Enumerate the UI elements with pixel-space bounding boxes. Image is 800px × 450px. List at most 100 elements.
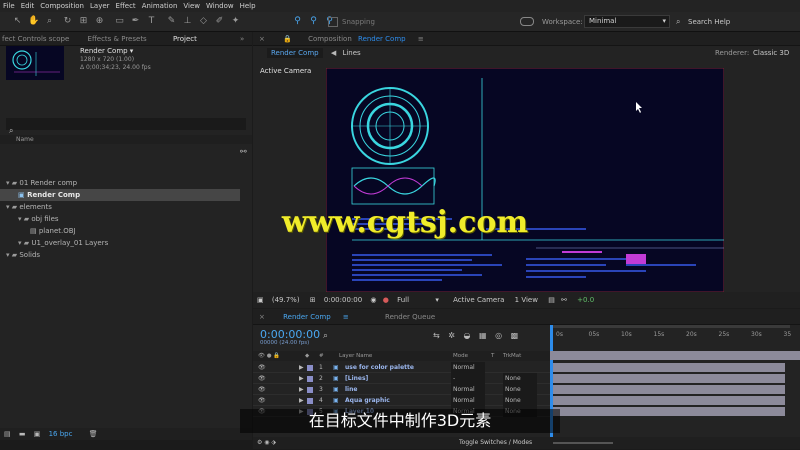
flowchart-icon[interactable]: ⚯: [240, 147, 247, 156]
menu-layer[interactable]: Layer: [90, 2, 110, 10]
close-icon[interactable]: ×: [259, 313, 265, 321]
layer-duration-bar[interactable]: [553, 396, 785, 405]
expand-arrow-icon[interactable]: ▶: [299, 395, 304, 406]
work-area-bar[interactable]: [550, 325, 790, 328]
brush-tool-icon[interactable]: ✎: [166, 16, 177, 27]
trkmat-dropdown[interactable]: None: [503, 384, 537, 395]
visibility-eye-icon[interactable]: 👁: [258, 362, 266, 373]
search-help-field[interactable]: Search Help: [688, 16, 730, 28]
eraser-tool-icon[interactable]: ◇: [198, 16, 209, 27]
snapshot-icon[interactable]: ◉: [370, 296, 376, 304]
project-search-input[interactable]: ⌕: [6, 118, 246, 135]
axis-local-icon[interactable]: ⚲: [292, 16, 303, 27]
snapping-checkbox[interactable]: [328, 17, 338, 27]
mode-dropdown[interactable]: Normal: [451, 362, 485, 373]
graph-editor-icon[interactable]: ▩: [511, 331, 519, 340]
close-icon[interactable]: ×: [259, 35, 265, 43]
selection-tool-icon[interactable]: ↖: [12, 16, 23, 27]
pan-behind-tool-icon[interactable]: ⊕: [94, 16, 105, 27]
tab-effects-presets[interactable]: Effects & Presets: [88, 35, 147, 43]
safe-zones-icon[interactable]: ⊞: [310, 296, 316, 304]
renderer-value[interactable]: Classic 3D: [753, 46, 789, 60]
mode-dropdown[interactable]: Normal: [451, 395, 485, 406]
rectangle-tool-icon[interactable]: ▭: [114, 16, 125, 27]
always-preview-icon[interactable]: ▣: [257, 296, 264, 304]
layer-duration-bar[interactable]: [553, 374, 785, 383]
label-color-swatch[interactable]: [307, 398, 313, 404]
project-item-4[interactable]: ▤ planet.OBJ: [0, 225, 240, 237]
menu-animation[interactable]: Animation: [142, 2, 178, 10]
panel-expand-icon[interactable]: »: [240, 32, 244, 46]
zoom-tool-icon[interactable]: ⌕: [44, 16, 55, 27]
expand-arrow-icon[interactable]: ▶: [299, 384, 304, 395]
subtab-lines[interactable]: Lines: [342, 49, 360, 57]
toggle-switches-modes[interactable]: Toggle Switches / Modes: [459, 437, 532, 449]
project-item-1[interactable]: ▣ Render Comp: [0, 189, 240, 201]
hand-tool-icon[interactable]: ✋: [28, 16, 39, 27]
mode-header[interactable]: Mode: [453, 351, 468, 361]
channel-icon[interactable]: ●: [383, 296, 389, 304]
project-item-3[interactable]: ▾ ▰ obj files: [0, 213, 240, 225]
new-comp-icon[interactable]: ▣: [34, 430, 41, 438]
lock-icon[interactable]: 🔒: [283, 35, 292, 43]
layer-duration-bar[interactable]: [553, 385, 785, 394]
bpc-label[interactable]: 16 bpc: [49, 430, 73, 438]
axis-world-icon[interactable]: ⚲: [308, 16, 319, 27]
label-header-icon[interactable]: ◆: [305, 351, 309, 361]
label-color-swatch[interactable]: [307, 376, 313, 382]
new-folder-icon[interactable]: ▬: [19, 430, 26, 438]
visibility-eye-icon[interactable]: 👁: [258, 373, 266, 384]
motion-blur-icon[interactable]: ◎: [495, 331, 502, 340]
visibility-eye-icon[interactable]: 👁: [258, 384, 266, 395]
layer-row[interactable]: 👁 ▶ 3 ▣ line Normal None: [253, 384, 550, 395]
name-column-header[interactable]: Name: [0, 135, 252, 144]
av-switches-icon[interactable]: 👁 ● 🔒: [258, 351, 280, 361]
layer-name[interactable]: Aqua graphic: [345, 395, 390, 406]
trkmat-header[interactable]: TrkMat: [503, 351, 521, 361]
zoom-level[interactable]: (49.7%): [272, 296, 300, 304]
visibility-eye-icon[interactable]: 👁: [258, 395, 266, 406]
trkmat-dropdown[interactable]: None: [503, 395, 537, 406]
trash-icon[interactable]: 🗑: [89, 430, 98, 438]
menu-view[interactable]: View: [183, 2, 200, 10]
menu-help[interactable]: Help: [240, 2, 256, 10]
panel-menu-icon[interactable]: ≡: [418, 35, 424, 43]
mode-dropdown[interactable]: -: [451, 373, 485, 384]
project-item-6[interactable]: ▾ ▰ Solids: [0, 249, 240, 261]
layer-name-header[interactable]: Layer Name: [339, 351, 372, 361]
camera-tool-icon[interactable]: ⊞: [78, 16, 89, 27]
camera-dropdown[interactable]: Active Camera: [453, 296, 504, 304]
tab-render-comp[interactable]: Render Comp ≡: [283, 313, 349, 321]
flowchart-icon[interactable]: ⚯: [561, 296, 567, 304]
project-item-5[interactable]: ▾ ▰ U1_overlay_01 Layers: [0, 237, 240, 249]
time-ruler[interactable]: 0s 05s 10s 15s 20s 25s 30s 35: [550, 329, 791, 341]
menu-edit[interactable]: Edit: [21, 2, 35, 10]
views-dropdown[interactable]: 1 View: [515, 296, 538, 304]
layer-name[interactable]: [Lines]: [345, 373, 368, 384]
resolution-dropdown[interactable]: Full: [397, 296, 409, 304]
layer-duration-bar[interactable]: [553, 407, 785, 416]
type-tool-icon[interactable]: T: [146, 16, 157, 27]
menu-effect[interactable]: Effect: [116, 2, 136, 10]
workspace-toggle-icon[interactable]: [520, 17, 534, 26]
roto-brush-tool-icon[interactable]: ✐: [214, 16, 225, 27]
frame-blending-icon[interactable]: ▦: [479, 331, 487, 340]
trkmat-dropdown[interactable]: None: [503, 373, 537, 384]
zoom-slider[interactable]: [553, 442, 613, 444]
expand-arrow-icon[interactable]: ▶: [299, 362, 304, 373]
layer-name[interactable]: line: [345, 384, 357, 395]
exposure-value[interactable]: +0.0: [577, 296, 594, 304]
layer-duration-bar[interactable]: [553, 363, 785, 372]
menu-window[interactable]: Window: [206, 2, 234, 10]
comp-tab-name[interactable]: Render Comp: [358, 35, 406, 43]
label-color-swatch[interactable]: [307, 387, 313, 393]
menu-composition[interactable]: Composition: [40, 2, 84, 10]
mode-dropdown[interactable]: Normal: [451, 384, 485, 395]
menu-file[interactable]: File: [3, 2, 15, 10]
workspace-dropdown[interactable]: Minimal ▾: [584, 15, 670, 28]
expand-switches-icon[interactable]: ⚙ ◉ ⬗: [257, 439, 276, 446]
search-icon[interactable]: ⌕: [676, 16, 680, 28]
tab-render-queue[interactable]: Render Queue: [385, 313, 435, 321]
label-color-swatch[interactable]: [307, 365, 313, 371]
draft-3d-icon[interactable]: ✲: [448, 331, 455, 340]
